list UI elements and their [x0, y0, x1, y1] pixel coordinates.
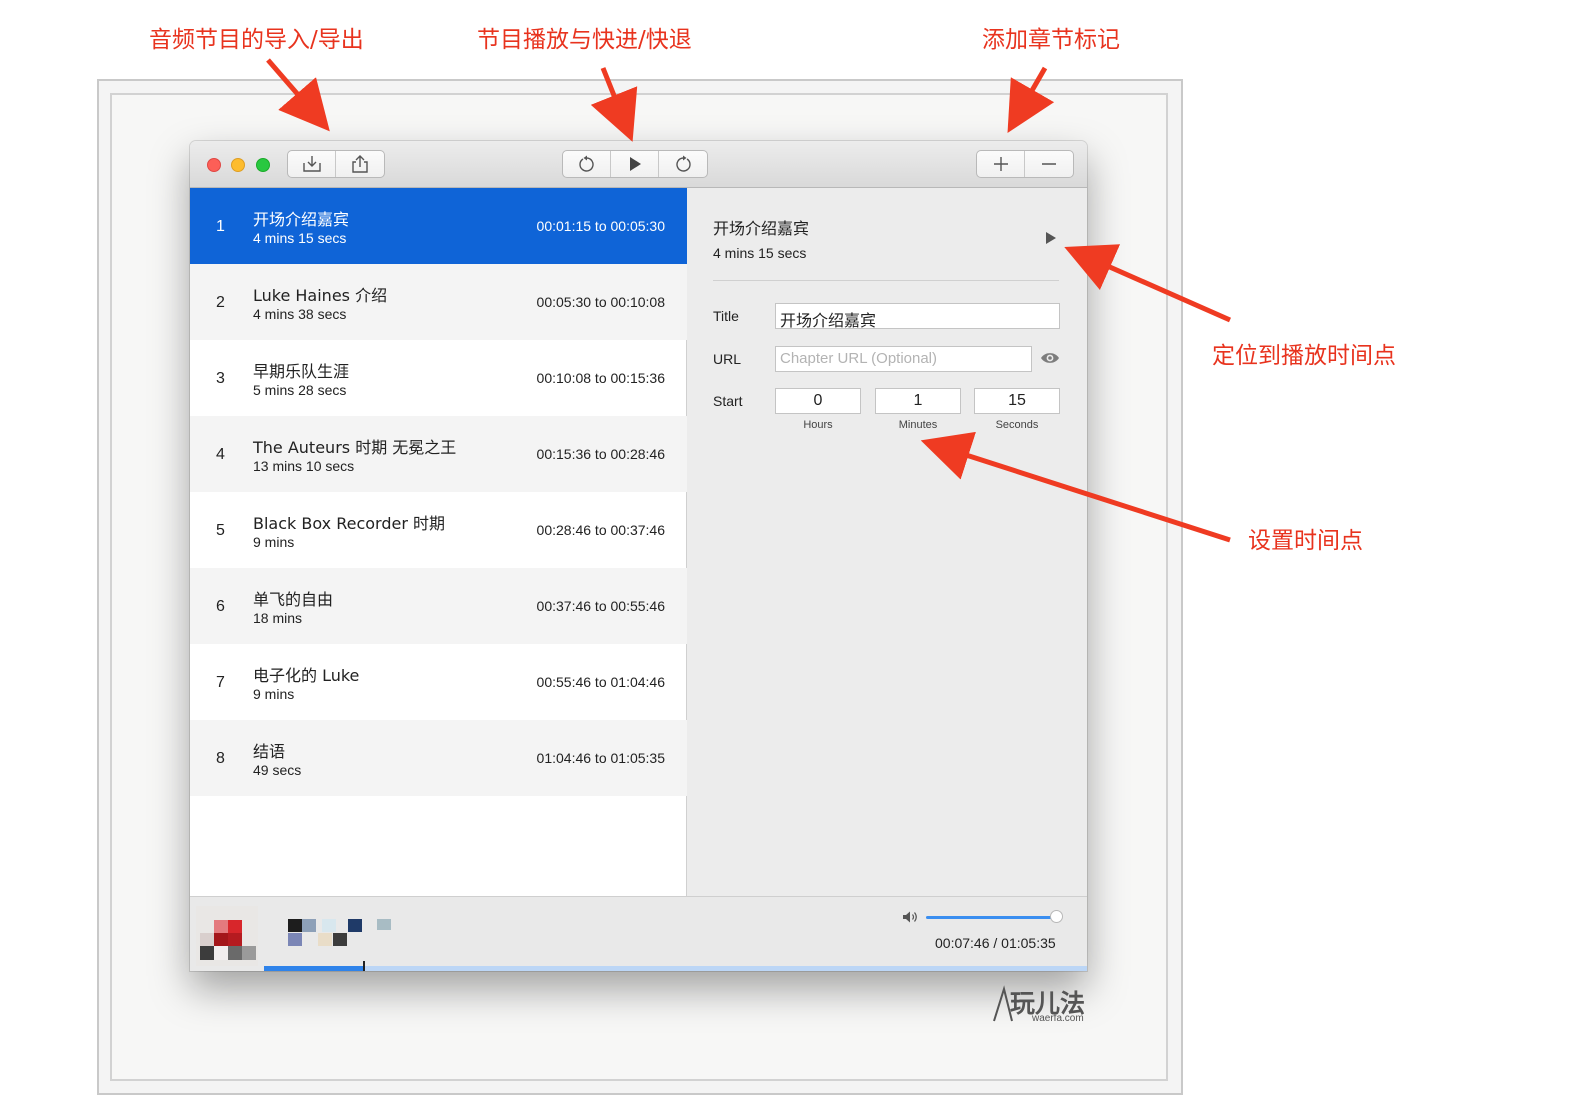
watermark-url: waerfa.com: [1032, 1013, 1084, 1024]
detail-title: 开场介绍嘉宾: [713, 219, 810, 238]
chapter-title: 早期乐队生涯: [253, 362, 350, 381]
chapter-number: 7: [216, 674, 225, 691]
chapter-duration: 49 secs: [253, 762, 302, 778]
chapter-title: Black Box Recorder 时期: [253, 514, 445, 533]
chapter-duration: 5 mins 28 secs: [253, 382, 347, 398]
minimize-window-button[interactable]: [231, 158, 245, 172]
chapter-list: 1 开场介绍嘉宾 4 mins 15 secs 00:01:15 to 00:0…: [190, 188, 687, 896]
remove-chapter-button[interactable]: [1025, 151, 1073, 177]
seek-play-button[interactable]: [1045, 231, 1057, 250]
chapter-range: 00:05:30 to 00:10:08: [536, 294, 665, 310]
title-field[interactable]: 开场介绍嘉宾: [775, 303, 1060, 330]
add-chapter-button[interactable]: [977, 151, 1025, 177]
playback-group: [562, 150, 708, 178]
play-button[interactable]: [611, 151, 659, 177]
eye-icon[interactable]: [1040, 351, 1060, 370]
annotation-add-chapter: 添加章节标记: [982, 27, 1120, 53]
title-label: Title: [713, 308, 739, 324]
chapter-duration: 4 mins 38 secs: [253, 306, 347, 322]
chapter-title: 结语: [253, 742, 286, 761]
chapter-title: Luke Haines 介绍: [253, 286, 388, 305]
chapter-edit-group: [976, 150, 1074, 178]
volume-knob[interactable]: [1049, 910, 1063, 923]
album-artwork: [196, 906, 258, 966]
import-tray-icon: [302, 156, 321, 172]
volume-slider[interactable]: [926, 916, 1060, 919]
chapter-range: 00:10:08 to 00:15:36: [536, 370, 665, 386]
seconds-label: Seconds: [995, 419, 1039, 431]
chapter-row[interactable]: 1 开场介绍嘉宾 4 mins 15 secs 00:01:15 to 00:0…: [190, 188, 687, 264]
chapter-number: 2: [216, 294, 225, 311]
annotation-set-time: 设置时间点: [1248, 528, 1363, 554]
chapter-row[interactable]: 3 早期乐队生涯 5 mins 28 secs 00:10:08 to 00:1…: [190, 340, 687, 416]
chapter-row[interactable]: 8 结语 49 secs 01:04:46 to 01:05:35: [190, 720, 687, 796]
chapter-number: 5: [216, 522, 225, 539]
forward-button[interactable]: [659, 151, 707, 177]
chapter-number: 1: [216, 218, 225, 235]
chapter-row[interactable]: 5 Black Box Recorder 时期 9 mins 00:28:46 …: [190, 492, 687, 568]
seconds-field[interactable]: 15: [974, 388, 1060, 414]
annotation-playback: 节目播放与快进/快退: [477, 27, 692, 53]
chapter-duration: 9 mins: [253, 686, 295, 702]
chapter-range: 00:15:36 to 00:28:46: [536, 446, 665, 462]
export-button[interactable]: [336, 151, 384, 177]
progress-playhead[interactable]: [362, 961, 365, 971]
zoom-window-button[interactable]: [256, 158, 270, 172]
app-window: 1 开场介绍嘉宾 4 mins 15 secs 00:01:15 to 00:0…: [190, 141, 1087, 971]
chapter-row[interactable]: 4 The Auteurs 时期 无冕之王 13 mins 10 secs 00…: [190, 416, 687, 492]
rewind-icon: [578, 155, 594, 172]
hours-label: Hours: [803, 419, 833, 431]
detail-duration: 4 mins 15 secs: [713, 245, 807, 261]
chapter-title: 开场介绍嘉宾: [253, 210, 350, 229]
play-icon: [1046, 232, 1056, 244]
divider: [713, 280, 1059, 281]
chapter-range: 00:55:46 to 01:04:46: [536, 674, 665, 690]
chapter-title: 电子化的 Luke: [253, 666, 360, 685]
player-bar: 00:07:46 / 01:05:35: [190, 896, 1087, 971]
chapter-number: 3: [216, 370, 225, 387]
chapter-range: 01:04:46 to 01:05:35: [536, 750, 665, 766]
import-export-group: [287, 150, 385, 178]
start-label: Start: [713, 393, 743, 409]
url-label: URL: [713, 351, 742, 367]
play-icon: [629, 157, 641, 171]
chapter-range: 00:01:15 to 00:05:30: [536, 218, 665, 234]
share-icon: [352, 155, 368, 173]
chapter-number: 6: [216, 598, 225, 615]
chapter-range: 00:28:46 to 00:37:46: [536, 522, 665, 538]
progress-fill: [264, 966, 363, 971]
titlebar: [190, 141, 1087, 188]
chapter-duration: 4 mins 15 secs: [253, 230, 347, 246]
chapter-number: 4: [216, 446, 225, 463]
url-field[interactable]: Chapter URL (Optional): [775, 346, 1032, 372]
import-button[interactable]: [288, 151, 336, 177]
chapter-row[interactable]: 2 Luke Haines 介绍 4 mins 38 secs 00:05:30…: [190, 264, 687, 340]
chapter-title: The Auteurs 时期 无冕之王: [253, 438, 457, 457]
close-window-button[interactable]: [207, 158, 221, 172]
annotation-import-export: 音频节目的导入/导出: [149, 27, 364, 53]
minutes-field[interactable]: 1: [875, 388, 961, 414]
chapter-title: 单飞的自由: [253, 590, 334, 609]
forward-icon: [676, 155, 691, 172]
rewind-button[interactable]: [563, 151, 611, 177]
chapter-duration: 13 mins 10 secs: [253, 458, 355, 474]
hours-field[interactable]: 0: [775, 388, 861, 414]
chapter-range: 00:37:46 to 00:55:46: [536, 598, 665, 614]
minus-icon: [1042, 163, 1056, 165]
playback-time: 00:07:46 / 01:05:35: [935, 935, 1056, 951]
chapter-duration: 9 mins: [253, 534, 295, 550]
annotation-seek: 定位到播放时间点: [1212, 343, 1396, 369]
plus-icon: [993, 157, 1008, 171]
chapter-row[interactable]: 6 单飞的自由 18 mins 00:37:46 to 00:55:46: [190, 568, 687, 644]
chapter-duration: 18 mins: [253, 610, 303, 626]
playback-progress[interactable]: [264, 961, 1087, 971]
chapter-detail: 开场介绍嘉宾 4 mins 15 secs Title 开场介绍嘉宾 URL C…: [688, 188, 1087, 896]
volume-icon[interactable]: [902, 910, 918, 929]
minutes-label: Minutes: [898, 419, 938, 431]
chapter-row[interactable]: 7 电子化的 Luke 9 mins 00:55:46 to 01:04:46: [190, 644, 687, 720]
chapter-number: 8: [216, 750, 225, 767]
